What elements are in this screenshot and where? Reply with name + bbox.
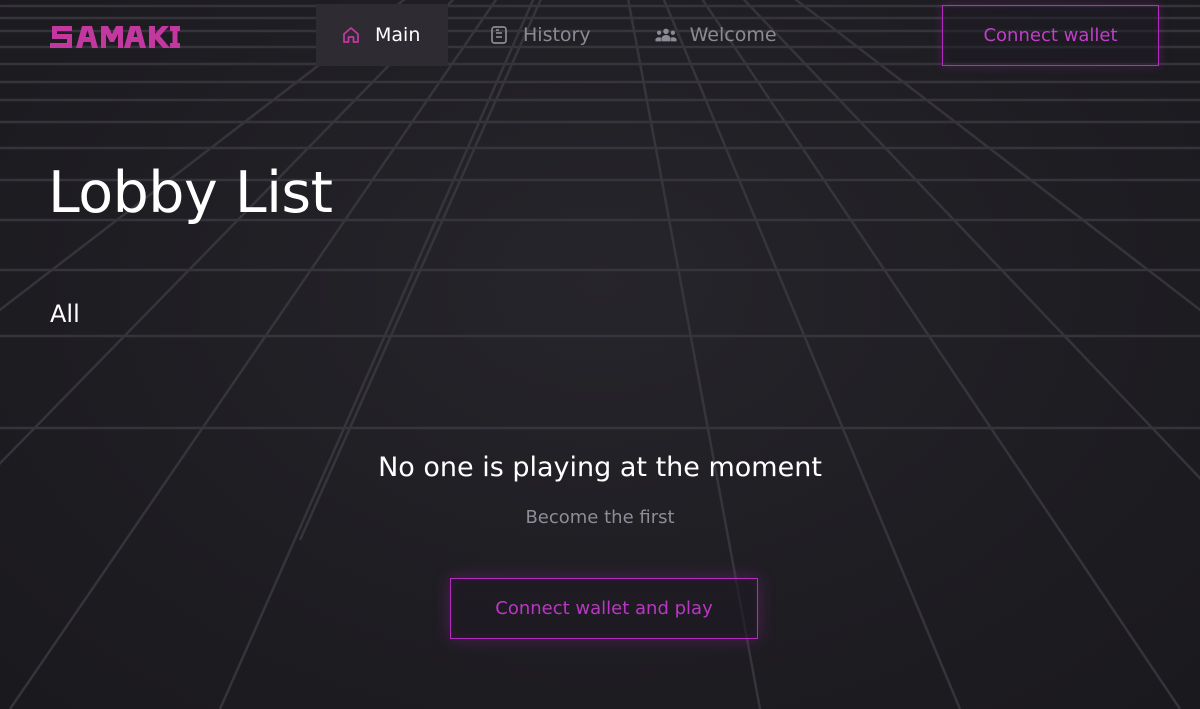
empty-state-subtitle: Become the first [525,507,675,528]
connect-wallet-and-play-button[interactable]: Connect wallet and play [450,578,758,639]
app-background: Main History Welcome Connect wallet Lobb… [0,0,1200,709]
nav-item-main[interactable]: Main [316,4,448,66]
connect-wallet-button[interactable]: Connect wallet [942,5,1159,66]
page-title: Lobby List [48,160,333,226]
nav-item-label: Main [375,24,421,46]
filter-all-tab[interactable]: All [50,300,80,328]
top-bar: Main History Welcome Connect wallet [0,0,1200,70]
logo-mark [50,26,180,48]
nav-item-welcome[interactable]: Welcome [615,4,801,66]
empty-state-title: No one is playing at the moment [378,452,822,483]
document-icon [488,24,510,46]
nav-item-label: Welcome [689,24,777,46]
users-icon [655,24,677,46]
nav-item-history[interactable]: History [464,4,615,66]
empty-state: No one is playing at the moment Become t… [0,452,1200,528]
nav-item-label: History [523,24,591,46]
home-icon [340,24,362,46]
samaki-logo[interactable] [50,22,182,52]
main-nav: Main History Welcome [316,4,801,66]
